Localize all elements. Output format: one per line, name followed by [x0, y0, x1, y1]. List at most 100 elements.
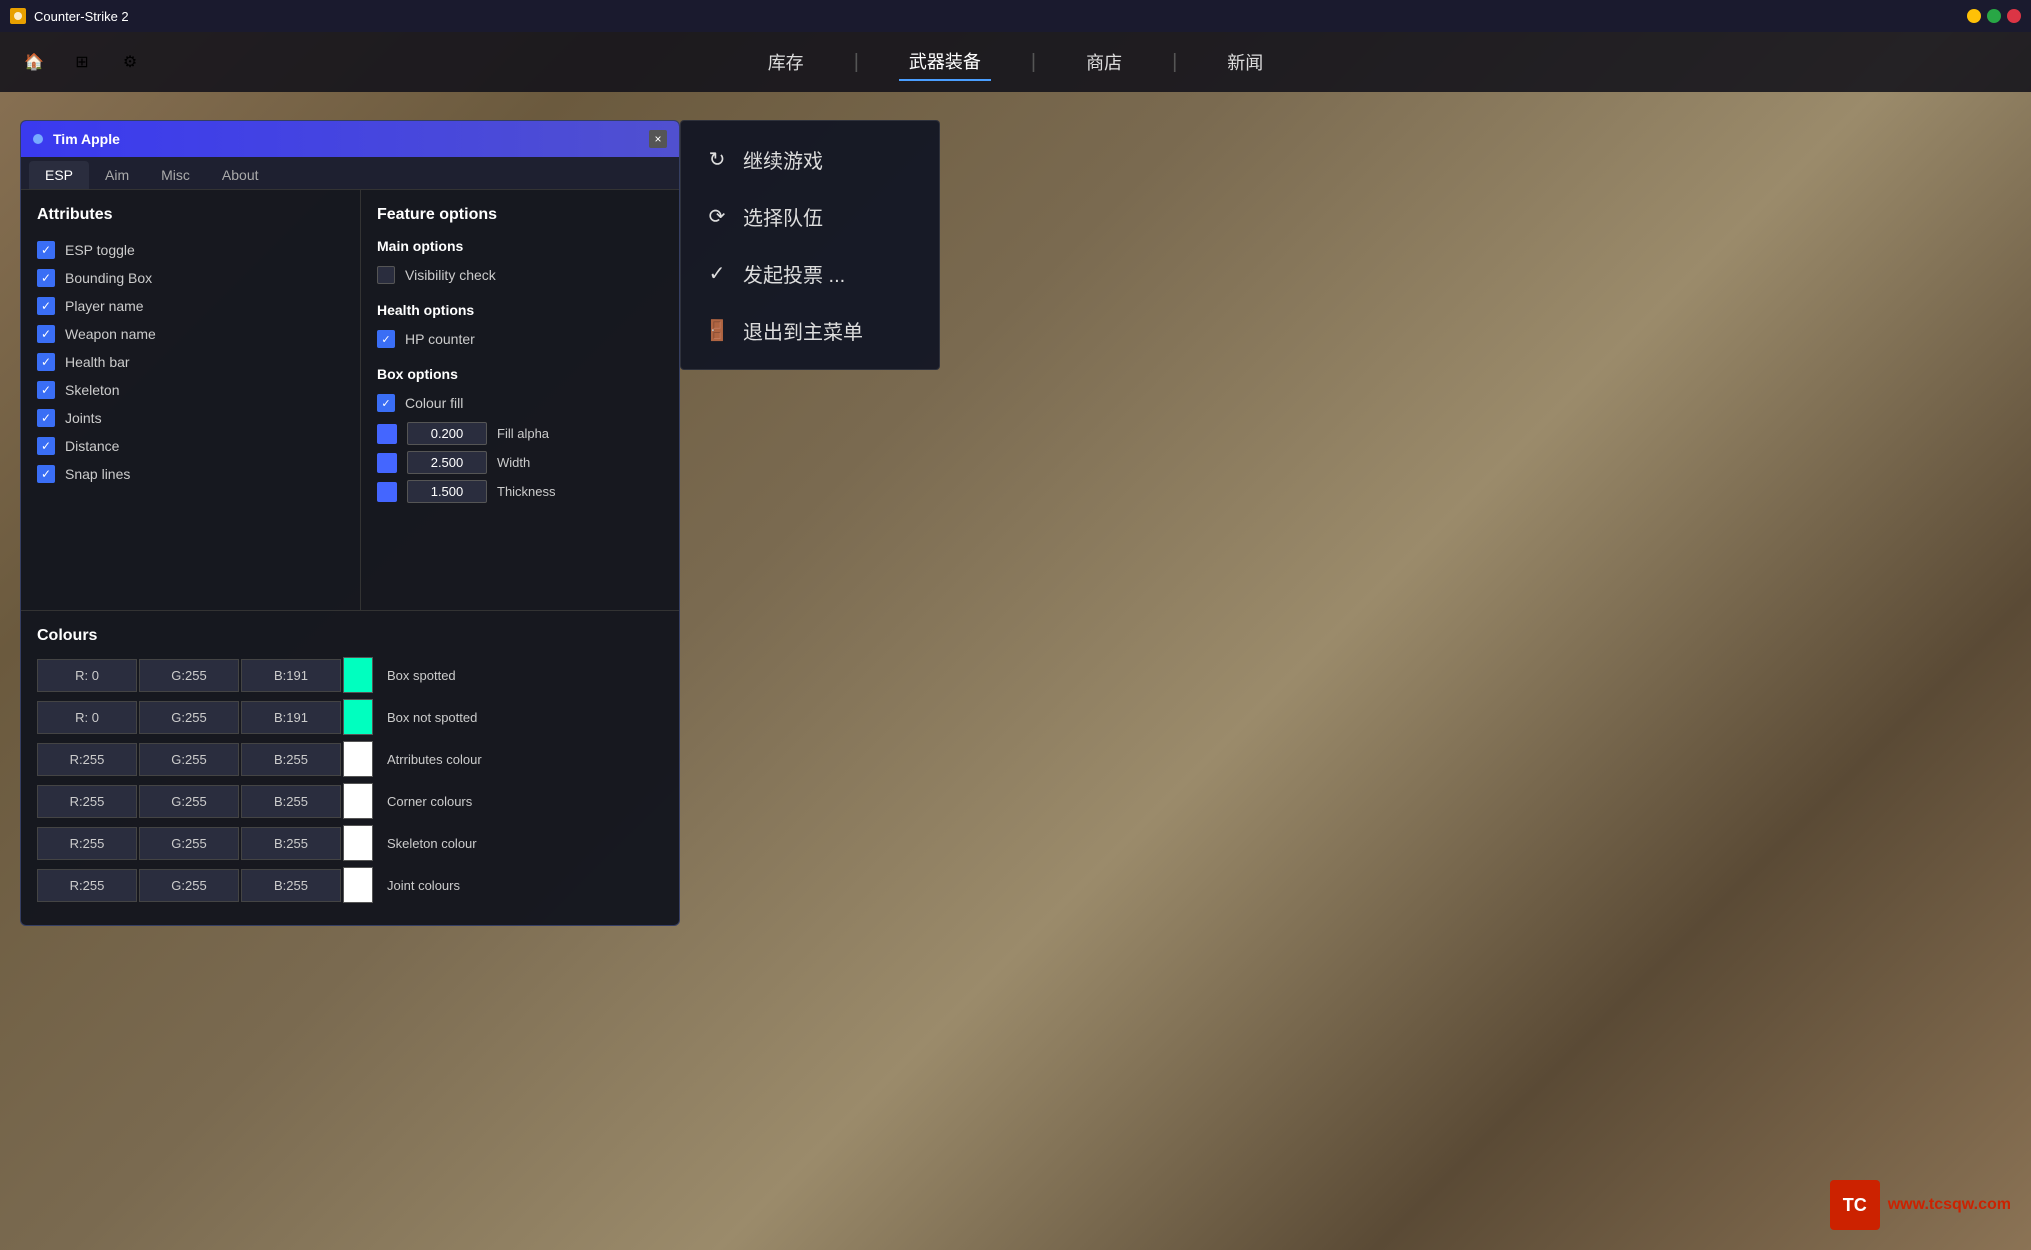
attr-esp-toggle[interactable]: ✓ ESP toggle — [37, 236, 344, 264]
colour-swatch-0[interactable] — [343, 657, 373, 693]
colour-r-0[interactable]: R: 0 — [37, 659, 137, 692]
attr-weapon-name-label: Weapon name — [65, 326, 156, 342]
panel-close-button[interactable]: × — [649, 130, 667, 148]
nav-news[interactable]: 新闻 — [1217, 44, 1273, 80]
colour-g-3[interactable]: G:255 — [139, 785, 239, 818]
attr-player-name[interactable]: ✓ Player name — [37, 292, 344, 320]
menu-exit-label: 退出到主菜单 — [743, 316, 863, 345]
colour-b-3[interactable]: B:255 — [241, 785, 341, 818]
visibility-check-label: Visibility check — [405, 267, 496, 283]
colour-swatch-4[interactable] — [343, 825, 373, 861]
colour-r-3[interactable]: R:255 — [37, 785, 137, 818]
top-nav: 🏠 ⊞ ⚙ 库存 | 武器装备 | 商店 | 新闻 — [0, 32, 2031, 92]
colour-row-3[interactable]: R:255 G:255 B:255 Corner colours — [37, 783, 663, 819]
colour-row-4[interactable]: R:255 G:255 B:255 Skeleton colour — [37, 825, 663, 861]
box-options-title: Box options — [377, 366, 663, 382]
attr-joints[interactable]: ✓ Joints — [37, 404, 344, 432]
thickness-label: Thickness — [497, 484, 556, 499]
maximize-button[interactable] — [1987, 9, 2001, 23]
attr-weapon-name[interactable]: ✓ Weapon name — [37, 320, 344, 348]
feature-options-panel: Feature options Main options Visibility … — [361, 190, 679, 610]
colour-r-5[interactable]: R:255 — [37, 869, 137, 902]
colour-swatch-3[interactable] — [343, 783, 373, 819]
visibility-check-row[interactable]: Visibility check — [377, 262, 663, 288]
home-icon[interactable]: 🏠 — [20, 48, 48, 76]
colour-row-5[interactable]: R:255 G:255 B:255 Joint colours — [37, 867, 663, 903]
nav-weapons[interactable]: 武器装备 — [899, 43, 991, 81]
team-icon: ⟳ — [705, 205, 729, 229]
colour-b-5[interactable]: B:255 — [241, 869, 341, 902]
attr-distance-label: Distance — [65, 438, 119, 454]
attr-esp-toggle-label: ESP toggle — [65, 242, 135, 258]
width-label: Width — [497, 455, 530, 470]
close-app-button[interactable] — [2007, 9, 2021, 23]
colour-swatch-2[interactable] — [343, 741, 373, 777]
colour-fill-label: Colour fill — [405, 395, 463, 411]
colours-title: Colours — [37, 627, 663, 645]
attr-bounding-box[interactable]: ✓ Bounding Box — [37, 264, 344, 292]
attr-skeleton[interactable]: ✓ Skeleton — [37, 376, 344, 404]
hp-counter-row[interactable]: ✓ HP counter — [377, 326, 663, 352]
colour-g-4[interactable]: G:255 — [139, 827, 239, 860]
colour-swatch-1[interactable] — [343, 699, 373, 735]
colour-row-2[interactable]: R:255 G:255 B:255 Atrributes colour — [37, 741, 663, 777]
checkbox-colour-fill: ✓ — [377, 394, 395, 412]
width-value[interactable]: 2.500 — [407, 451, 487, 474]
watermark-logo: TC — [1830, 1180, 1880, 1230]
attributes-title: Attributes — [37, 206, 344, 224]
colour-g-1[interactable]: G:255 — [139, 701, 239, 734]
checkbox-weapon-name: ✓ — [37, 325, 55, 343]
colour-label-4: Skeleton colour — [375, 836, 489, 851]
colour-label-0: Box spotted — [375, 668, 468, 683]
esp-panel: Tim Apple × ESP Aim Misc About Attribute… — [20, 120, 680, 926]
settings-icon[interactable]: ⚙ — [116, 48, 144, 76]
colour-g-0[interactable]: G:255 — [139, 659, 239, 692]
watermark-url: www.tcsqw.com — [1888, 1196, 2011, 1214]
attr-snap-lines[interactable]: ✓ Snap lines — [37, 460, 344, 488]
colour-b-2[interactable]: B:255 — [241, 743, 341, 776]
colour-b-4[interactable]: B:255 — [241, 827, 341, 860]
game-menu: ↻ 继续游戏 ⟳ 选择队伍 ✓ 发起投票 ... 🚪 退出到主菜单 — [680, 120, 940, 370]
thickness-value[interactable]: 1.500 — [407, 480, 487, 503]
colour-row-0[interactable]: R: 0 G:255 B:191 Box spotted — [37, 657, 663, 693]
checkbox-esp-toggle: ✓ — [37, 241, 55, 259]
attr-health-bar[interactable]: ✓ Health bar — [37, 348, 344, 376]
menu-exit[interactable]: 🚪 退出到主菜单 — [681, 302, 939, 359]
menu-select-team[interactable]: ⟳ 选择队伍 — [681, 188, 939, 245]
colour-g-5[interactable]: G:255 — [139, 869, 239, 902]
colour-r-2[interactable]: R:255 — [37, 743, 137, 776]
checkbox-hp-counter: ✓ — [377, 330, 395, 348]
colour-fill-row[interactable]: ✓ Colour fill — [377, 390, 663, 416]
tab-esp[interactable]: ESP — [29, 161, 89, 189]
colour-r-4[interactable]: R:255 — [37, 827, 137, 860]
colour-b-1[interactable]: B:191 — [241, 701, 341, 734]
feature-options-title: Feature options — [377, 206, 663, 224]
fill-alpha-swatch[interactable] — [377, 424, 397, 444]
attr-skeleton-label: Skeleton — [65, 382, 119, 398]
checkbox-snap-lines: ✓ — [37, 465, 55, 483]
colour-rows: R: 0 G:255 B:191 Box spotted R: 0 G:255 … — [37, 657, 663, 903]
attr-health-bar-label: Health bar — [65, 354, 130, 370]
app-icon — [10, 8, 26, 24]
colour-label-1: Box not spotted — [375, 710, 489, 725]
tab-misc[interactable]: Misc — [145, 161, 206, 189]
width-swatch[interactable] — [377, 453, 397, 473]
colour-g-2[interactable]: G:255 — [139, 743, 239, 776]
colour-b-0[interactable]: B:191 — [241, 659, 341, 692]
tab-aim[interactable]: Aim — [89, 161, 145, 189]
checkbox-skeleton: ✓ — [37, 381, 55, 399]
checkbox-visibility — [377, 266, 395, 284]
colour-row-1[interactable]: R: 0 G:255 B:191 Box not spotted — [37, 699, 663, 735]
minimize-button[interactable] — [1967, 9, 1981, 23]
tab-about[interactable]: About — [206, 161, 275, 189]
fill-alpha-value[interactable]: 0.200 — [407, 422, 487, 445]
nav-shop[interactable]: 商店 — [1076, 44, 1132, 80]
menu-vote[interactable]: ✓ 发起投票 ... — [681, 245, 939, 302]
menu-continue[interactable]: ↻ 继续游戏 — [681, 131, 939, 188]
nav-inventory[interactable]: 库存 — [758, 44, 814, 80]
attr-distance[interactable]: ✓ Distance — [37, 432, 344, 460]
colour-swatch-5[interactable] — [343, 867, 373, 903]
thickness-swatch[interactable] — [377, 482, 397, 502]
colour-r-1[interactable]: R: 0 — [37, 701, 137, 734]
grid-icon[interactable]: ⊞ — [68, 48, 96, 76]
